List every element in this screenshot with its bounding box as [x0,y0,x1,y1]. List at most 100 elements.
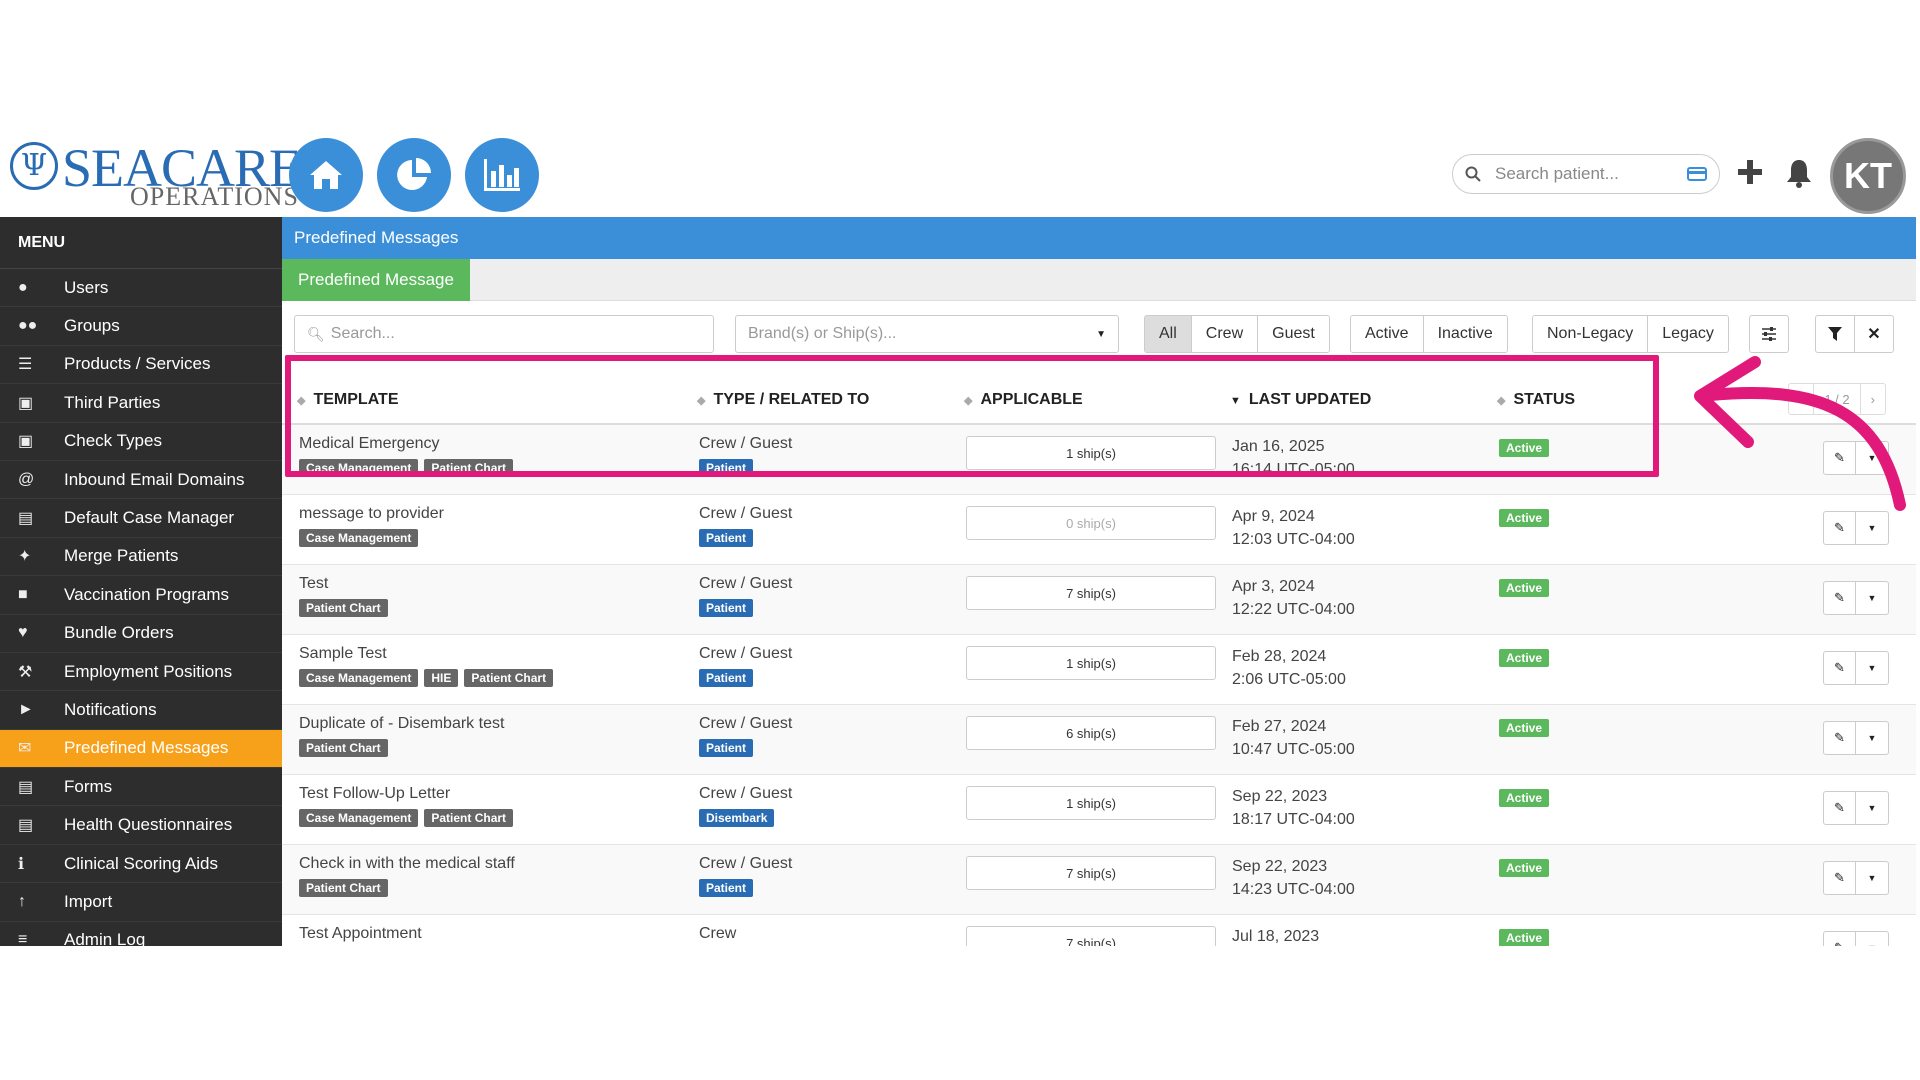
template-name[interactable]: Test Follow-Up Letter [299,785,450,803]
sidebar-item-employment-positions[interactable]: ⚒ Employment Positions [0,653,282,692]
sidebar-item-notifications[interactable]: ► Notifications [0,691,282,730]
sidebar-item-clinical-scoring-aids[interactable]: ℹ Clinical Scoring Aids [0,845,282,884]
filter-guest-button[interactable]: Guest [1258,316,1329,352]
status-badge: Active [1499,509,1550,527]
row-actions: ✎▼ [1823,581,1889,615]
table-row[interactable]: Sample Test Case Management HIE Patient Cha… [282,635,1916,705]
dashboard-button[interactable] [377,138,451,212]
template-name[interactable]: Sample Test [299,645,387,663]
sidebar-item-products-services[interactable]: ☰ Products / Services [0,346,282,385]
sidebar-item-vaccination-programs[interactable]: ■ Vaccination Programs [0,576,282,615]
filter-crew-button[interactable]: Crew [1191,316,1259,352]
row-menu-button[interactable]: ▼ [1856,582,1888,614]
applicable-ships-button[interactable]: 1 ship(s) [966,786,1216,820]
clear-filters-button[interactable]: ✕ [1854,315,1894,353]
template-name[interactable]: Test [299,575,328,593]
caret-down-icon: ▼ [1868,943,1877,946]
related-badge: Patient [699,879,754,897]
filter-button[interactable] [1815,315,1855,353]
template-name[interactable]: message to provider [299,505,444,523]
row-menu-button[interactable]: ▼ [1856,792,1888,824]
sidebar-item-groups[interactable]: ●● Groups [0,307,282,346]
tab-predefined-message[interactable]: Predefined Message [282,259,470,301]
sidebar-item-label: Bundle Orders [64,623,174,643]
sidebar-item-third-parties[interactable]: ▣ Third Parties [0,384,282,423]
template-search-field[interactable]: 🔍︎ Search... [294,315,714,353]
sidebar-item-label: Inbound Email Domains [64,469,245,489]
applicable-ships-button[interactable]: 7 ship(s) [966,926,1216,946]
row-actions: ✎▼ [1823,721,1889,755]
edit-button[interactable]: ✎ [1824,722,1856,754]
user-avatar[interactable]: KT [1830,138,1906,214]
edit-button[interactable]: ✎ [1824,582,1856,614]
filter-legacy-button[interactable]: Legacy [1648,316,1728,352]
template-name[interactable]: Check in with the medical staff [299,855,515,873]
applicable-ships-button[interactable]: 7 ship(s) [966,576,1216,610]
tag-list: Case Management HIE Patient Chart [299,669,554,687]
applicable-ships-button[interactable]: 7 ship(s) [966,856,1216,890]
envelope-icon: ✉ [18,740,32,758]
tag-list: Case Management [299,529,419,547]
category-tag: Patient Chart [464,669,554,687]
row-menu-button[interactable]: ▼ [1856,722,1888,754]
table-row[interactable]: Duplicate of - Disembark test Patient Cha… [282,705,1916,775]
template-name[interactable]: Duplicate of - Disembark test [299,715,504,733]
brand-ship-select[interactable]: Brand(s) or Ship(s)... ▼ [735,315,1119,353]
pencil-icon: ✎ [1834,870,1845,885]
sidebar-item-admin-log[interactable]: ≡ Admin Log [0,922,282,946]
last-updated: Feb 27, 2024 10:47 UTC-05:00 [1232,715,1355,761]
id-card-icon: ▤ [18,510,34,528]
updated-date: Apr 3, 2024 [1232,578,1315,595]
home-button[interactable] [289,138,363,212]
row-menu-button[interactable]: ▼ [1856,862,1888,894]
filter-non-legacy-button[interactable]: Non-Legacy [1533,316,1649,352]
filter-inactive-button[interactable]: Inactive [1423,316,1507,352]
reports-button[interactable] [465,138,539,212]
filter-active-button[interactable]: Active [1351,316,1424,352]
edit-button[interactable]: ✎ [1824,792,1856,824]
sidebar-item-users[interactable]: ● Users [0,269,282,308]
edit-button[interactable]: ✎ [1824,862,1856,894]
patient-search-input[interactable]: Search patient... [1495,164,1687,184]
applicable-ships-button[interactable]: 6 ship(s) [966,716,1216,750]
sidebar-item-label: Import [64,891,113,911]
row-menu-button[interactable]: ▼ [1856,652,1888,684]
card-scan-icon[interactable] [1687,167,1707,181]
type-text: Crew / Guest [699,785,793,802]
sidebar-item-label: Predefined Messages [64,738,229,758]
table-row[interactable]: Test Patient Chart Crew / Guest Patient 7 sh… [282,565,1916,635]
patient-search-field[interactable]: Search patient... [1452,154,1720,194]
sidebar-item-label: Merge Patients [64,546,179,566]
sidebar-item-inbound-email-domains[interactable]: @ Inbound Email Domains [0,461,282,500]
user-icon: ● [18,278,28,296]
table-row[interactable]: Check in with the medical staff Patient C… [282,845,1916,915]
row-menu-button[interactable]: ▼ [1856,932,1888,946]
updated-date: Sep 22, 2023 [1232,858,1328,875]
sidebar-menu: ● Users ●● Groups ☰ Products / Services ▣ Third… [0,269,282,946]
table-row[interactable]: Test AppointmentHIEPatient ChartCrewPati… [282,915,1916,946]
add-button[interactable] [1736,158,1764,191]
applicable-ships-button[interactable]: 1 ship(s) [966,646,1216,680]
template-search-input[interactable]: Search... [331,325,395,343]
edit-button[interactable]: ✎ [1824,652,1856,684]
filter-all-button[interactable]: All [1145,316,1192,352]
sidebar-item-forms[interactable]: ▤ Forms [0,768,282,807]
sidebar-item-bundle-orders[interactable]: ♥ Bundle Orders [0,615,282,653]
edit-button[interactable]: ✎ [1824,932,1856,946]
category-tag: HIE [424,669,459,687]
template-name[interactable]: Test Appointment [299,925,422,943]
notifications-button[interactable] [1785,158,1813,193]
sidebar-item-check-types[interactable]: ▣ Check Types [0,423,282,461]
sidebar-item-predefined-messages[interactable]: ✉ Predefined Messages [0,729,282,769]
sidebar-item-health-questionnaires[interactable]: ▤ Health Questionnaires [0,806,282,845]
applicable-ships-button[interactable]: 0 ship(s) [966,506,1216,540]
pencil-icon: ✎ [1834,730,1845,745]
table-row[interactable]: message to provider Case Management Crew /… [282,495,1916,565]
column-settings-button[interactable] [1749,315,1789,353]
related-badge: Disembark [699,809,775,827]
sidebar-item-default-case-manager[interactable]: ▤ Default Case Manager [0,499,282,538]
sidebar-item-merge-patients[interactable]: ✦ Merge Patients [0,538,282,577]
sidebar-item-import[interactable]: ↑ Import [0,883,282,922]
table-row[interactable]: Test Follow-Up Letter Case Management Pati… [282,775,1916,845]
seacare-logo[interactable]: Ψ SEACARE OPERATIONS [10,138,302,211]
